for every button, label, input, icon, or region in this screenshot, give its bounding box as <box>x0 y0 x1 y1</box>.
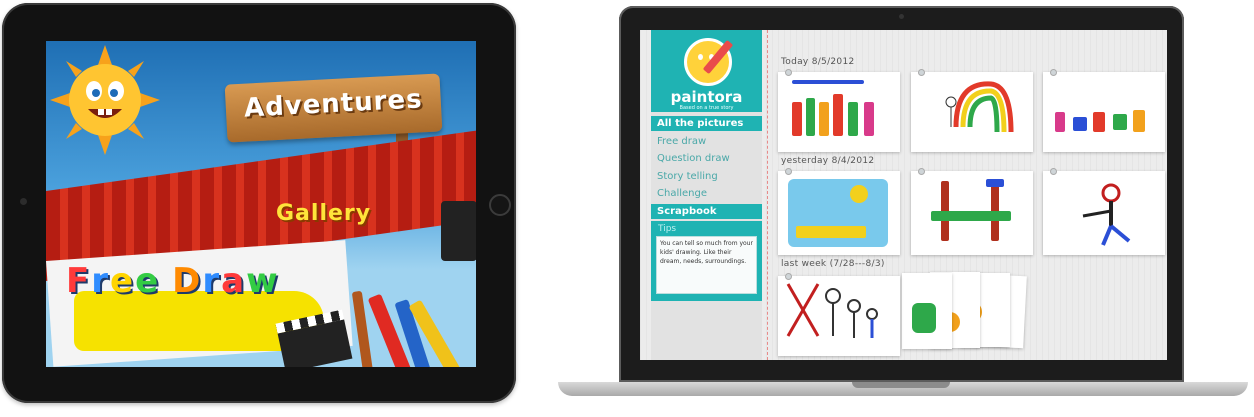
free-draw-letter: e <box>110 261 136 301</box>
pin-icon <box>786 274 791 279</box>
macbook-screen: paintora Based on a true story All the p… <box>640 30 1167 360</box>
sidebar-divider <box>767 30 768 360</box>
pin-icon <box>1051 169 1056 174</box>
nav-scrapbook[interactable]: Scrapbook <box>651 204 762 219</box>
drawing-thumbnail[interactable] <box>1043 72 1165 152</box>
nav-question-draw[interactable]: Question draw <box>651 151 762 166</box>
free-draw-letter: r <box>91 261 111 301</box>
film-reel-icon <box>441 201 476 261</box>
nav-challenge[interactable]: Challenge <box>651 186 762 201</box>
adventures-label: Adventures <box>243 84 424 124</box>
section-last-week: last week (7/28---8/3) <box>781 259 885 269</box>
pin-icon <box>919 169 924 174</box>
macbook-camera <box>899 14 904 19</box>
drawing-thumbnail[interactable] <box>778 276 900 356</box>
gallery-label: Gallery <box>276 201 372 226</box>
free-draw-letter: F <box>66 261 92 301</box>
ipad-screen: Adventures Gallery Free Draw <box>46 41 476 367</box>
free-draw-letter: a <box>221 261 247 301</box>
drawing-thumbnail[interactable] <box>778 72 900 152</box>
ipad-device: Adventures Gallery Free Draw <box>2 3 516 403</box>
drawing-thumbnail-stack[interactable] <box>902 273 952 349</box>
sun-mascot-icon <box>50 45 160 155</box>
tips-panel: Tips You can tell so much from your kids… <box>651 221 762 301</box>
free-draw-letter: w <box>246 261 280 301</box>
tips-text: You can tell so much from your kids' dra… <box>656 236 757 294</box>
pin-icon <box>786 169 791 174</box>
drawing-thumbnail[interactable] <box>778 171 900 255</box>
app-logo[interactable]: paintora Based on a true story <box>651 30 762 112</box>
clapperboard-icon <box>277 319 353 367</box>
nav-story-telling[interactable]: Story telling <box>651 169 762 184</box>
nav-all-pictures[interactable]: All the pictures <box>651 116 762 131</box>
drawing-thumbnail[interactable] <box>911 72 1033 152</box>
tips-label: Tips <box>658 224 677 234</box>
free-draw-letter: e <box>135 261 161 301</box>
free-draw-letter: r <box>202 261 222 301</box>
macbook-notch <box>852 382 950 388</box>
drawing-thumbnail[interactable] <box>1043 171 1165 255</box>
ipad-camera <box>20 198 27 205</box>
free-draw-label: Free Draw <box>66 261 280 301</box>
ipad-home-button[interactable] <box>489 194 511 216</box>
nav-free-draw[interactable]: Free draw <box>651 134 762 149</box>
drawing-thumbnail[interactable] <box>911 171 1033 255</box>
free-draw-letter: D <box>172 261 203 301</box>
app-tagline: Based on a true story <box>679 105 734 111</box>
app-name: paintora <box>670 88 743 106</box>
section-yesterday: yesterday 8/4/2012 <box>781 156 875 166</box>
pin-icon <box>1051 70 1056 75</box>
section-today: Today 8/5/2012 <box>781 57 855 67</box>
pin-icon <box>919 70 924 75</box>
adventures-sign-button[interactable]: Adventures <box>224 73 443 143</box>
pin-icon <box>786 70 791 75</box>
